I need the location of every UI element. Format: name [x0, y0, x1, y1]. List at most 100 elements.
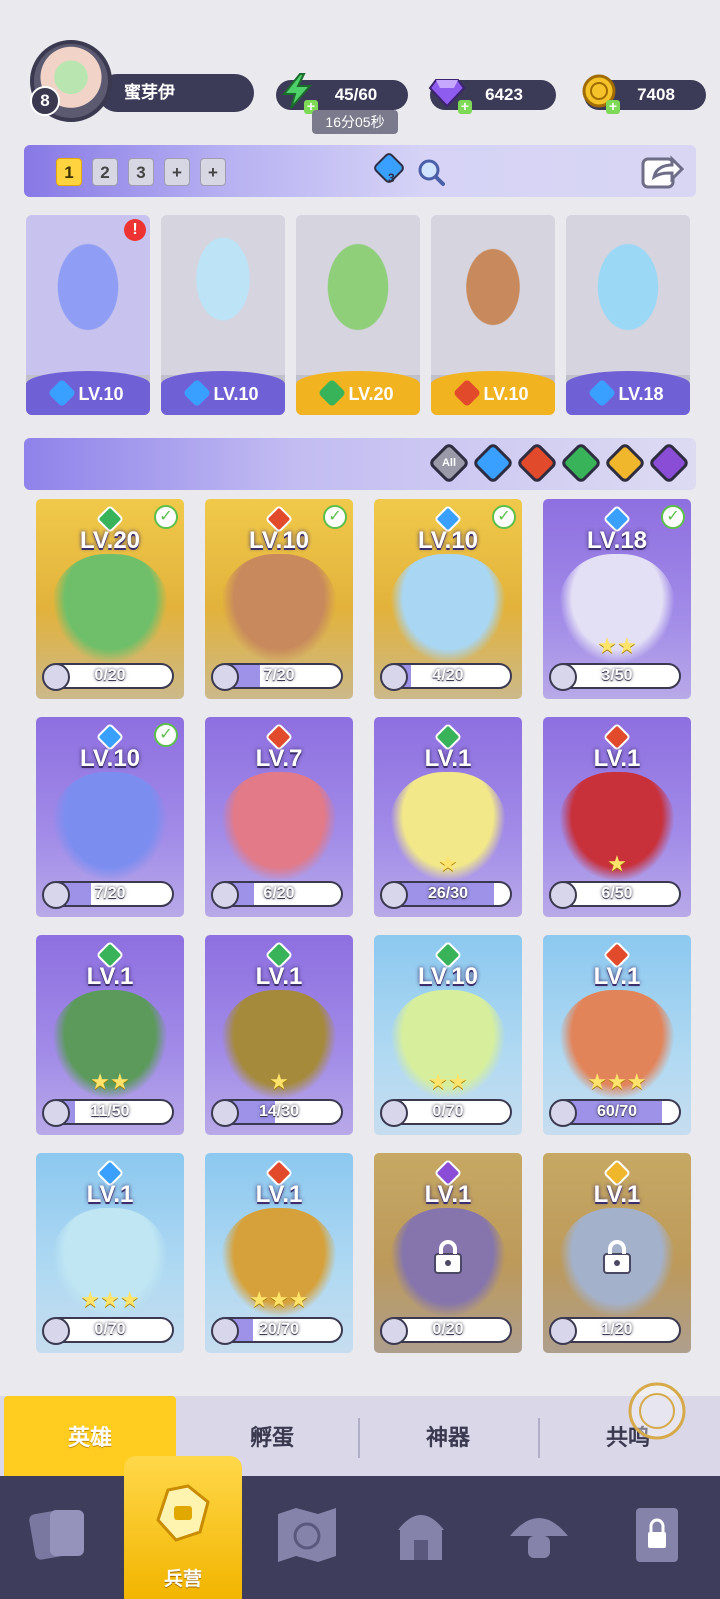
hero-level: LV.10 — [78, 384, 124, 404]
team-add-slot-button[interactable]: + — [200, 158, 226, 186]
shard-icon — [211, 1317, 239, 1345]
hero-stars: ★★ — [428, 1069, 468, 1094]
player-name-pill[interactable]: 蜜芽伊 — [98, 74, 254, 112]
hero-level: LV.1 — [255, 1181, 303, 1208]
compass-ring-icon[interactable] — [626, 1380, 688, 1442]
mushroom-icon — [510, 1518, 568, 1558]
hero-level: LV.1 — [86, 1181, 134, 1208]
selected-hero-card[interactable]: LV.10 — [431, 215, 555, 415]
shard-icon — [549, 881, 577, 909]
selected-hero-card[interactable]: LV.20 — [296, 215, 420, 415]
fire-element-icon — [453, 378, 482, 408]
filter-fire-icon[interactable] — [515, 441, 559, 485]
nav-cards[interactable] — [0, 1476, 118, 1599]
hero-level: LV.10 — [417, 963, 479, 990]
hero-card[interactable]: LV.1 ★★★ 0/70 — [36, 1153, 184, 1353]
hero-level: LV.1 — [424, 745, 472, 772]
in-team-check-icon: ✓ — [492, 505, 516, 529]
hero-card[interactable]: LV.10 ✓ 7/20 — [36, 717, 184, 917]
in-team-check-icon: ✓ — [154, 505, 178, 529]
shard-icon — [380, 663, 408, 691]
nav-locked[interactable] — [598, 1476, 716, 1599]
hero-card[interactable]: LV.1 ★ 14/30 — [205, 935, 353, 1135]
selected-hero-card[interactable]: LV.10 — [161, 215, 285, 415]
nav-map[interactable] — [248, 1476, 366, 1599]
hero-stars: ★★ — [90, 1069, 130, 1094]
energy-value: 45/60 — [334, 85, 378, 104]
filter-all-button[interactable]: All — [427, 441, 471, 485]
hero-card[interactable]: LV.1 1/20 — [543, 1153, 691, 1353]
hero-card[interactable]: LV.18 ✓ ★★ 3/50 — [543, 499, 691, 699]
hero-level: LV.1 — [593, 1181, 641, 1208]
shard-icon — [380, 1317, 408, 1345]
hero-stars: ★★★ — [587, 1069, 647, 1094]
hero-portrait — [390, 554, 506, 664]
element-filter-bar: All — [24, 438, 696, 490]
hero-card[interactable]: LV.1 0/20 — [374, 1153, 522, 1353]
map-icon — [278, 1508, 336, 1562]
team-add-slot-button[interactable]: + — [164, 158, 190, 186]
shard-icon — [211, 663, 239, 691]
shard-icon — [549, 1317, 577, 1345]
filter-light-icon[interactable] — [603, 441, 647, 485]
hero-portrait — [52, 772, 168, 882]
gem-value: 6423 — [485, 85, 523, 104]
hero-card[interactable]: LV.20 ✓ 0/20 — [36, 499, 184, 699]
hero-portrait — [221, 554, 337, 664]
top-status-bar: 蜜芽伊 8 45/60 + 16分05秒 6423 + 7408 + — [0, 0, 720, 140]
hero-card[interactable]: LV.1 ★ 6/50 — [543, 717, 691, 917]
filter-all-label: All — [441, 457, 457, 469]
bottom-navigation: 兵营 — [0, 1456, 720, 1599]
tab-artifacts[interactable]: 神器 — [362, 1396, 534, 1476]
team-slot-2[interactable]: 2 — [92, 158, 118, 186]
hero-card[interactable]: LV.1 ★★★ 20/70 — [205, 1153, 353, 1353]
share-icon[interactable] — [640, 151, 684, 191]
hero-level: LV.1 — [255, 963, 303, 990]
in-team-check-icon: ✓ — [323, 505, 347, 529]
hero-card[interactable]: LV.1 ★★★ 60/70 — [543, 935, 691, 1135]
team-search-icon[interactable] — [416, 157, 446, 187]
shard-icon — [42, 1099, 70, 1127]
shard-icon — [42, 1317, 70, 1345]
hero-level: LV.10 — [213, 384, 259, 404]
coin-value: 7408 — [637, 85, 675, 104]
hero-card[interactable]: LV.10 ✓ 7/20 — [205, 499, 353, 699]
hero-level: LV.18 — [618, 384, 664, 404]
shard-icon — [211, 881, 239, 909]
filter-grass-icon[interactable] — [559, 441, 603, 485]
barracks-icon — [156, 1484, 210, 1542]
shard-icon — [380, 1099, 408, 1127]
shard-icon — [42, 663, 70, 691]
hero-card[interactable]: LV.1 ★★ 11/50 — [36, 935, 184, 1135]
hero-level: LV.1 — [593, 745, 641, 772]
cards-icon — [29, 1510, 84, 1560]
filter-dark-icon[interactable] — [647, 441, 691, 485]
hero-card[interactable]: LV.10 ✓ 4/20 — [374, 499, 522, 699]
team-slot-1[interactable]: 1 — [56, 158, 82, 186]
hero-level: LV.10 — [248, 527, 310, 554]
hero-card[interactable]: LV.10 ★★ 0/70 — [374, 935, 522, 1135]
selected-hero-card[interactable]: LV.18 — [566, 215, 690, 415]
player-name: 蜜芽伊 — [124, 83, 175, 102]
team-slot-3[interactable]: 3 — [128, 158, 154, 186]
tab-divider — [358, 1418, 360, 1458]
filter-water-icon[interactable] — [471, 441, 515, 485]
nav-barracks-label: 兵营 — [163, 1569, 202, 1590]
nav-barracks[interactable]: 兵营 — [124, 1456, 242, 1599]
coin-plus-icon[interactable]: + — [606, 99, 620, 114]
hero-portrait — [221, 772, 337, 882]
selected-hero-card[interactable]: ! LV.10 — [26, 215, 150, 415]
nav-mushroom[interactable] — [480, 1476, 598, 1599]
sub-tab-bar: 英雄 孵蛋 神器 共鸣 — [0, 1382, 720, 1476]
hero-level: LV.1 — [424, 1181, 472, 1208]
in-team-check-icon: ✓ — [154, 723, 178, 747]
hero-card[interactable]: LV.1 ★ 26/30 — [374, 717, 522, 917]
hero-level: LV.1 — [593, 963, 641, 990]
shard-icon — [549, 1099, 577, 1127]
gem-plus-icon[interactable]: + — [458, 99, 472, 114]
water-element-icon — [183, 378, 212, 408]
energy-timer: 16分05秒 — [312, 110, 398, 134]
hero-stars: ★ — [269, 1069, 289, 1094]
nav-temple[interactable] — [362, 1476, 480, 1599]
hero-card[interactable]: LV.7 6/20 — [205, 717, 353, 917]
